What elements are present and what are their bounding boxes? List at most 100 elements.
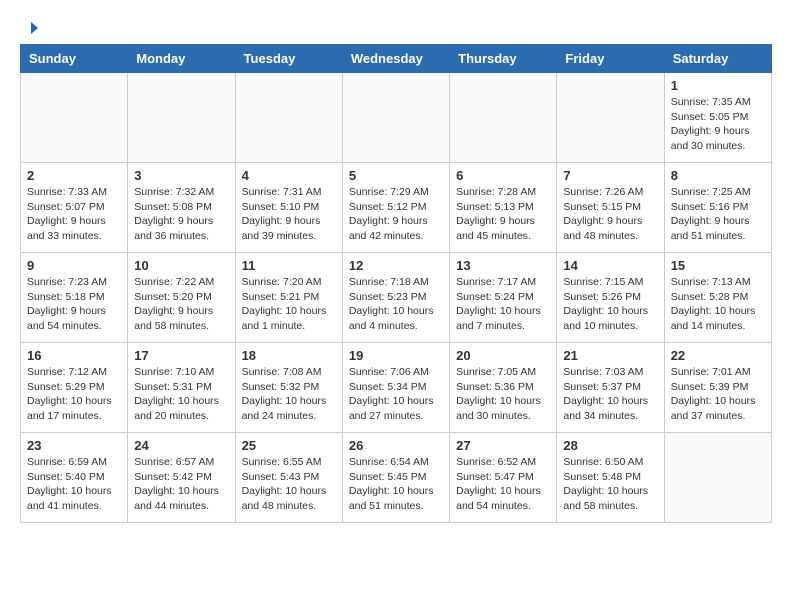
day-number: 8 [671,168,765,183]
calendar-cell: 22 Sunrise: 7:01 AM Sunset: 5:39 PM Dayli… [664,343,771,433]
weekday-header-monday: Monday [128,45,235,73]
day-info: Sunrise: 6:59 AM Sunset: 5:40 PM Dayligh… [27,455,121,514]
calendar-cell [664,433,771,523]
calendar-cell: 3 Sunrise: 7:32 AM Sunset: 5:08 PM Daylig… [128,163,235,253]
calendar-cell [235,73,342,163]
calendar-cell: 8 Sunrise: 7:25 AM Sunset: 5:16 PM Daylig… [664,163,771,253]
day-number: 21 [563,348,657,363]
calendar-cell: 7 Sunrise: 7:26 AM Sunset: 5:15 PM Daylig… [557,163,664,253]
calendar-cell: 10 Sunrise: 7:22 AM Sunset: 5:20 PM Dayli… [128,253,235,343]
day-number: 19 [349,348,443,363]
calendar-cell: 16Sunrise: 7:12 AM Sunset: 5:29 PM Dayli… [21,343,128,433]
weekday-header-row: SundayMondayTuesdayWednesdayThursdayFrid… [21,45,772,73]
day-info: Sunrise: 7:05 AM Sunset: 5:36 PM Dayligh… [456,365,550,424]
calendar-cell: 19 Sunrise: 7:06 AM Sunset: 5:34 PM Dayli… [342,343,449,433]
day-number: 15 [671,258,765,273]
day-number: 16 [27,348,121,363]
calendar-cell [21,73,128,163]
week-row-1: 1Sunrise: 7:35 AM Sunset: 5:05 PM Daylig… [21,73,772,163]
calendar-cell: 21 Sunrise: 7:03 AM Sunset: 5:37 PM Dayli… [557,343,664,433]
calendar-cell: 23 Sunrise: 6:59 AM Sunset: 5:40 PM Dayli… [21,433,128,523]
calendar-cell [342,73,449,163]
day-info: Sunrise: 7:32 AM Sunset: 5:08 PM Dayligh… [134,185,228,244]
day-info: Sunrise: 7:01 AM Sunset: 5:39 PM Dayligh… [671,365,765,424]
day-info: Sunrise: 7:15 AM Sunset: 5:26 PM Dayligh… [563,275,657,334]
calendar-cell: 27 Sunrise: 6:52 AM Sunset: 5:47 PM Dayli… [450,433,557,523]
day-number: 20 [456,348,550,363]
day-number: 23 [27,438,121,453]
weekday-header-friday: Friday [557,45,664,73]
day-info: Sunrise: 7:22 AM Sunset: 5:20 PM Dayligh… [134,275,228,334]
week-row-4: 16Sunrise: 7:12 AM Sunset: 5:29 PM Dayli… [21,343,772,433]
day-number: 25 [242,438,336,453]
calendar-cell: 15Sunrise: 7:13 AM Sunset: 5:28 PM Dayli… [664,253,771,343]
day-info: Sunrise: 7:10 AM Sunset: 5:31 PM Dayligh… [134,365,228,424]
day-number: 10 [134,258,228,273]
calendar-cell: 25 Sunrise: 6:55 AM Sunset: 5:43 PM Dayli… [235,433,342,523]
calendar-cell: 2 Sunrise: 7:33 AM Sunset: 5:07 PM Daylig… [21,163,128,253]
day-info: Sunrise: 7:08 AM Sunset: 5:32 PM Dayligh… [242,365,336,424]
header [20,20,772,38]
calendar-cell [450,73,557,163]
day-info: Sunrise: 7:17 AM Sunset: 5:24 PM Dayligh… [456,275,550,334]
day-number: 17 [134,348,228,363]
day-number: 7 [563,168,657,183]
calendar-cell: 17 Sunrise: 7:10 AM Sunset: 5:31 PM Dayli… [128,343,235,433]
day-number: 11 [242,258,336,273]
calendar-cell: 14 Sunrise: 7:15 AM Sunset: 5:26 PM Dayli… [557,253,664,343]
day-info: Sunrise: 7:35 AM Sunset: 5:05 PM Dayligh… [671,95,765,154]
calendar-cell: 1Sunrise: 7:35 AM Sunset: 5:05 PM Daylig… [664,73,771,163]
day-info: Sunrise: 6:57 AM Sunset: 5:42 PM Dayligh… [134,455,228,514]
day-number: 22 [671,348,765,363]
week-row-5: 23 Sunrise: 6:59 AM Sunset: 5:40 PM Dayli… [21,433,772,523]
day-number: 2 [27,168,121,183]
day-number: 26 [349,438,443,453]
calendar-cell: 20 Sunrise: 7:05 AM Sunset: 5:36 PM Dayli… [450,343,557,433]
week-row-2: 2 Sunrise: 7:33 AM Sunset: 5:07 PM Daylig… [21,163,772,253]
calendar-cell: 28 Sunrise: 6:50 AM Sunset: 5:48 PM Dayli… [557,433,664,523]
calendar-cell: 4Sunrise: 7:31 AM Sunset: 5:10 PM Daylig… [235,163,342,253]
calendar-cell: 11 Sunrise: 7:20 AM Sunset: 5:21 PM Dayli… [235,253,342,343]
day-number: 24 [134,438,228,453]
day-info: Sunrise: 7:03 AM Sunset: 5:37 PM Dayligh… [563,365,657,424]
day-number: 9 [27,258,121,273]
logo [20,20,40,38]
day-info: Sunrise: 7:28 AM Sunset: 5:13 PM Dayligh… [456,185,550,244]
calendar: SundayMondayTuesdayWednesdayThursdayFrid… [20,44,772,523]
day-info: Sunrise: 6:50 AM Sunset: 5:48 PM Dayligh… [563,455,657,514]
day-info: Sunrise: 6:52 AM Sunset: 5:47 PM Dayligh… [456,455,550,514]
day-info: Sunrise: 7:18 AM Sunset: 5:23 PM Dayligh… [349,275,443,334]
calendar-cell: 12 Sunrise: 7:18 AM Sunset: 5:23 PM Dayli… [342,253,449,343]
weekday-header-saturday: Saturday [664,45,771,73]
weekday-header-thursday: Thursday [450,45,557,73]
calendar-cell: 5 Sunrise: 7:29 AM Sunset: 5:12 PM Daylig… [342,163,449,253]
day-number: 4 [242,168,336,183]
weekday-header-tuesday: Tuesday [235,45,342,73]
calendar-cell: 24 Sunrise: 6:57 AM Sunset: 5:42 PM Dayli… [128,433,235,523]
weekday-header-sunday: Sunday [21,45,128,73]
day-info: Sunrise: 6:54 AM Sunset: 5:45 PM Dayligh… [349,455,443,514]
day-info: Sunrise: 7:20 AM Sunset: 5:21 PM Dayligh… [242,275,336,334]
day-number: 18 [242,348,336,363]
day-number: 14 [563,258,657,273]
calendar-cell [557,73,664,163]
day-info: Sunrise: 7:33 AM Sunset: 5:07 PM Dayligh… [27,185,121,244]
day-info: Sunrise: 7:25 AM Sunset: 5:16 PM Dayligh… [671,185,765,244]
day-info: Sunrise: 6:55 AM Sunset: 5:43 PM Dayligh… [242,455,336,514]
day-info: Sunrise: 7:26 AM Sunset: 5:15 PM Dayligh… [563,185,657,244]
calendar-cell: 18 Sunrise: 7:08 AM Sunset: 5:32 PM Dayli… [235,343,342,433]
day-number: 28 [563,438,657,453]
week-row-3: 9Sunrise: 7:23 AM Sunset: 5:18 PM Daylig… [21,253,772,343]
calendar-cell [128,73,235,163]
day-number: 12 [349,258,443,273]
day-number: 3 [134,168,228,183]
day-number: 27 [456,438,550,453]
day-number: 13 [456,258,550,273]
day-info: Sunrise: 7:29 AM Sunset: 5:12 PM Dayligh… [349,185,443,244]
day-number: 5 [349,168,443,183]
calendar-cell: 26 Sunrise: 6:54 AM Sunset: 5:45 PM Dayli… [342,433,449,523]
day-number: 6 [456,168,550,183]
calendar-cell: 9Sunrise: 7:23 AM Sunset: 5:18 PM Daylig… [21,253,128,343]
calendar-cell: 6 Sunrise: 7:28 AM Sunset: 5:13 PM Daylig… [450,163,557,253]
day-info: Sunrise: 7:06 AM Sunset: 5:34 PM Dayligh… [349,365,443,424]
